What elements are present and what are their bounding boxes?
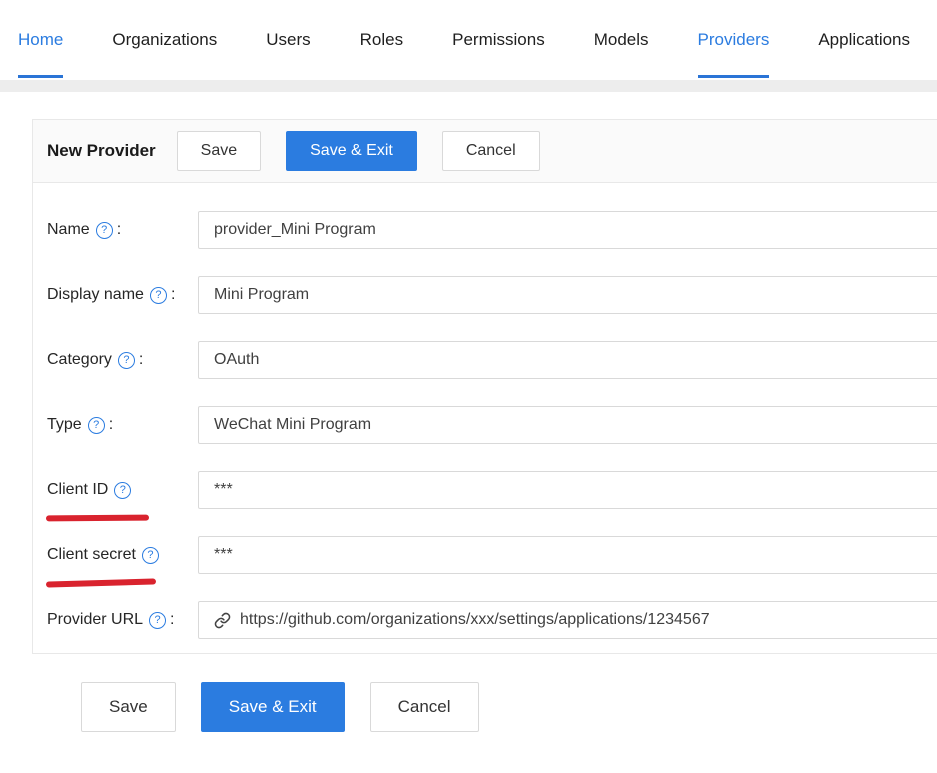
provider-url-field[interactable]: https://github.com/organizations/xxx/set… — [198, 601, 937, 639]
page-title: New Provider — [47, 141, 156, 161]
save-exit-button-bottom[interactable]: Save & Exit — [201, 682, 345, 732]
display-name-label: Display name ? : — [47, 286, 198, 304]
provider-url-value: https://github.com/organizations/xxx/set… — [240, 611, 710, 629]
help-icon[interactable]: ? — [88, 417, 105, 434]
category-select[interactable] — [198, 341, 937, 379]
red-underline-annotation — [46, 578, 156, 587]
cancel-button-top[interactable]: Cancel — [442, 131, 540, 171]
help-icon[interactable]: ? — [142, 547, 159, 564]
help-icon[interactable]: ? — [96, 222, 113, 239]
name-label: Name ? : — [47, 221, 198, 239]
nav-divider-band — [0, 80, 937, 92]
help-icon[interactable]: ? — [114, 482, 131, 499]
new-provider-card: New Provider Save Save & Exit Cancel Nam… — [32, 119, 937, 654]
form-row-category: Category ? : — [47, 341, 937, 379]
form-row-client-id: Client ID ? — [47, 471, 937, 509]
top-nav: Home Organizations Users Roles Permissio… — [0, 0, 937, 80]
name-field[interactable] — [198, 211, 937, 249]
cancel-button-bottom[interactable]: Cancel — [370, 682, 479, 732]
form-row-provider-url: Provider URL ? : https://github.com/orga… — [47, 601, 937, 639]
save-button-bottom[interactable]: Save — [81, 682, 176, 732]
footer-actions: Save Save & Exit Cancel — [81, 682, 937, 732]
category-label: Category ? : — [47, 351, 198, 369]
help-icon[interactable]: ? — [149, 612, 166, 629]
display-name-field[interactable] — [198, 276, 937, 314]
tab-roles[interactable]: Roles — [360, 0, 403, 80]
card-header: New Provider Save Save & Exit Cancel — [33, 120, 937, 183]
type-label: Type ? : — [47, 416, 198, 434]
save-button-top[interactable]: Save — [177, 131, 261, 171]
red-underline-annotation — [46, 515, 149, 522]
tab-home[interactable]: Home — [18, 0, 63, 80]
form-row-type: Type ? : — [47, 406, 937, 444]
tab-applications[interactable]: Applications — [818, 0, 910, 80]
tab-providers[interactable]: Providers — [698, 0, 770, 80]
save-exit-button-top[interactable]: Save & Exit — [286, 131, 417, 171]
tab-models[interactable]: Models — [594, 0, 649, 80]
type-select[interactable] — [198, 406, 937, 444]
form-row-client-secret: Client secret ? — [47, 536, 937, 574]
client-id-label: Client ID ? — [47, 481, 198, 499]
link-icon — [214, 612, 231, 629]
help-icon[interactable]: ? — [150, 287, 167, 304]
tab-organizations[interactable]: Organizations — [112, 0, 217, 80]
tab-users[interactable]: Users — [266, 0, 310, 80]
client-id-field[interactable] — [198, 471, 937, 509]
provider-form: Name ? : Display name ? : Category ? : — [33, 183, 937, 653]
client-secret-field[interactable] — [198, 536, 937, 574]
client-secret-label: Client secret ? — [47, 546, 198, 564]
help-icon[interactable]: ? — [118, 352, 135, 369]
tab-permissions[interactable]: Permissions — [452, 0, 545, 80]
form-row-display-name: Display name ? : — [47, 276, 937, 314]
form-row-name: Name ? : — [47, 211, 937, 249]
provider-url-label: Provider URL ? : — [47, 611, 198, 629]
